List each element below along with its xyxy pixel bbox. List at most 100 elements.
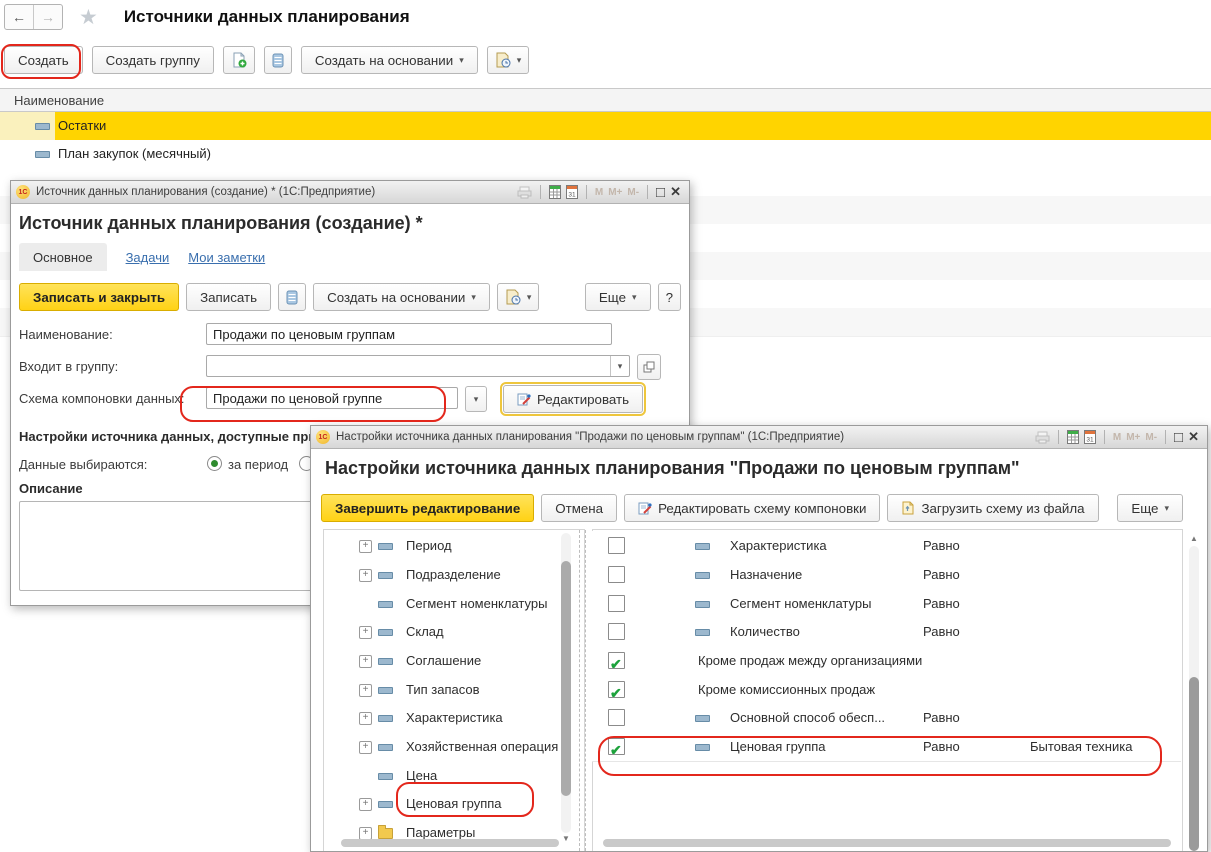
expand-icon[interactable]: [359, 712, 372, 725]
forward-button[interactable]: →: [33, 5, 62, 29]
expand-icon[interactable]: [359, 626, 372, 639]
group-combo-input[interactable]: [206, 355, 630, 377]
favorite-star-icon[interactable]: [79, 7, 98, 28]
calculator-icon[interactable]: [1067, 430, 1079, 444]
dialog2-titlebar[interactable]: 1С Настройки источника данных планирован…: [311, 426, 1207, 449]
schema-dropdown-button[interactable]: [465, 386, 487, 412]
create-based-on-button[interactable]: Создать на основании: [313, 283, 490, 311]
expand-icon[interactable]: [359, 540, 372, 553]
maximize-icon[interactable]: [1174, 429, 1183, 446]
dimension-icon: [378, 744, 393, 751]
close-icon[interactable]: [670, 184, 681, 200]
memory-minus-icon[interactable]: M-: [1145, 432, 1157, 443]
open-group-button[interactable]: [637, 354, 661, 380]
cancel-button[interactable]: Отмена: [541, 494, 617, 522]
filter-name: Кроме комиссионных продаж: [698, 675, 875, 704]
scrollbar-thumb[interactable]: [561, 561, 571, 796]
create-based-on-button[interactable]: Создать на основании: [301, 46, 478, 74]
filter-row-segment[interactable]: Сегмент номенклатуры Равно: [592, 589, 1181, 619]
checkbox-unchecked[interactable]: [608, 595, 625, 612]
name-input[interactable]: Продажи по ценовым группам: [206, 323, 612, 345]
filter-row-naznachenie[interactable]: Назначение Равно: [592, 560, 1181, 590]
checkbox-unchecked[interactable]: [608, 566, 625, 583]
checkbox-checked[interactable]: [608, 652, 625, 669]
filters-vertical-scrollbar[interactable]: [1189, 546, 1199, 851]
calendar-icon[interactable]: 31: [566, 185, 578, 199]
save-button[interactable]: Записать: [186, 283, 271, 311]
report-button[interactable]: [487, 46, 530, 74]
edit-composition-schema-button[interactable]: Редактировать схему компоновки: [624, 494, 880, 522]
filter-row-harakteristika[interactable]: Характеристика Равно: [592, 531, 1181, 561]
report-button[interactable]: [497, 283, 540, 311]
print-icon[interactable]: [517, 186, 532, 199]
filter-row-krome-komissionnyh[interactable]: Кроме комиссионных продаж: [592, 675, 1181, 705]
close-icon[interactable]: [1188, 429, 1199, 445]
radio-za-period-label: за период: [228, 457, 288, 472]
dialog1-heading: Источник данных планирования (создание) …: [19, 213, 423, 234]
calculator-icon[interactable]: [549, 185, 561, 199]
maximize-icon[interactable]: [656, 184, 665, 201]
filter-row-cenovaya-gruppa[interactable]: Ценовая группа Равно Бытовая техника: [592, 732, 1181, 762]
save-and-close-button[interactable]: Записать и закрыть: [19, 283, 179, 311]
expand-icon[interactable]: [359, 569, 372, 582]
calendar-icon[interactable]: 31: [1084, 430, 1096, 444]
load-schema-button[interactable]: Загрузить схему из файла: [887, 494, 1098, 522]
checkbox-checked[interactable]: [608, 681, 625, 698]
list-row-plan-zakupok[interactable]: План закупок (месячный): [0, 140, 1211, 169]
separator: [1165, 430, 1166, 444]
edit-schema-button[interactable]: Редактировать: [503, 385, 643, 413]
expand-icon[interactable]: [359, 684, 372, 697]
back-button[interactable]: ←: [5, 5, 33, 29]
create-group-button[interactable]: Создать группу: [92, 46, 214, 74]
expand-icon[interactable]: [359, 798, 372, 811]
edit-wand-icon: [638, 501, 652, 515]
chevron-down-icon: [471, 292, 476, 303]
copy-item-button[interactable]: [223, 46, 255, 74]
tab-notes[interactable]: Мои заметки: [188, 250, 265, 265]
more-button[interactable]: Еще: [585, 283, 651, 311]
panel-splitter[interactable]: [579, 530, 580, 851]
history-list-button[interactable]: [264, 46, 292, 74]
checkbox-unchecked[interactable]: [608, 537, 625, 554]
tab-main[interactable]: Основное: [19, 243, 107, 271]
memory-plus-icon[interactable]: M+: [608, 187, 622, 198]
tree-horizontal-scrollbar[interactable]: [341, 839, 559, 847]
create-button[interactable]: Создать: [4, 46, 83, 74]
tab-tasks[interactable]: Задачи: [126, 250, 170, 265]
more-button[interactable]: Еще: [1117, 494, 1183, 522]
memory-minus-icon[interactable]: M-: [627, 187, 639, 198]
list-row-ostatki[interactable]: Остатки: [0, 112, 1211, 141]
scroll-up-arrow[interactable]: ▲: [1189, 534, 1199, 543]
tree-vertical-scrollbar[interactable]: [561, 533, 571, 833]
filter-row-krome-prodazh[interactable]: Кроме продаж между организациями: [592, 646, 1181, 676]
1c-logo-icon: 1С: [16, 185, 30, 199]
finish-editing-button[interactable]: Завершить редактирование: [321, 494, 534, 522]
filter-row-osnovnoy-sposob[interactable]: Основной способ обесп... Равно: [592, 703, 1181, 733]
list-column-header[interactable]: Наименование: [0, 88, 1211, 112]
dialog1-titlebar[interactable]: 1С Источник данных планирования (создани…: [11, 181, 689, 204]
checkbox-checked[interactable]: [608, 738, 625, 755]
filter-row-kolichestvo[interactable]: Количество Равно: [592, 617, 1181, 647]
radio-za-period[interactable]: [207, 456, 222, 471]
scrollbar-thumb[interactable]: [1189, 677, 1199, 851]
scroll-down-arrow[interactable]: ▼: [561, 834, 571, 843]
expand-icon[interactable]: [359, 655, 372, 668]
history-list-button[interactable]: [278, 283, 306, 311]
help-button[interactable]: ?: [658, 283, 681, 311]
schema-input[interactable]: Продажи по ценовой группе: [206, 387, 458, 409]
memory-plus-icon[interactable]: M+: [1126, 432, 1140, 443]
checkbox-unchecked[interactable]: [608, 709, 625, 726]
filters-horizontal-scrollbar[interactable]: [603, 839, 1171, 847]
main-toolbar: Создать Создать группу Создать на основа…: [0, 45, 1211, 75]
checkbox-unchecked[interactable]: [608, 623, 625, 640]
expand-icon[interactable]: [359, 741, 372, 754]
combo-dropdown-icon[interactable]: [610, 356, 629, 376]
history-buttons: ← →: [4, 4, 63, 30]
database-stack-icon: [272, 53, 284, 68]
dimension-icon: [695, 744, 710, 751]
panel-splitter[interactable]: [585, 530, 586, 851]
memory-icon[interactable]: M: [595, 187, 603, 198]
svg-text:31: 31: [1086, 437, 1094, 444]
memory-icon[interactable]: M: [1113, 432, 1121, 443]
print-icon[interactable]: [1035, 431, 1050, 444]
